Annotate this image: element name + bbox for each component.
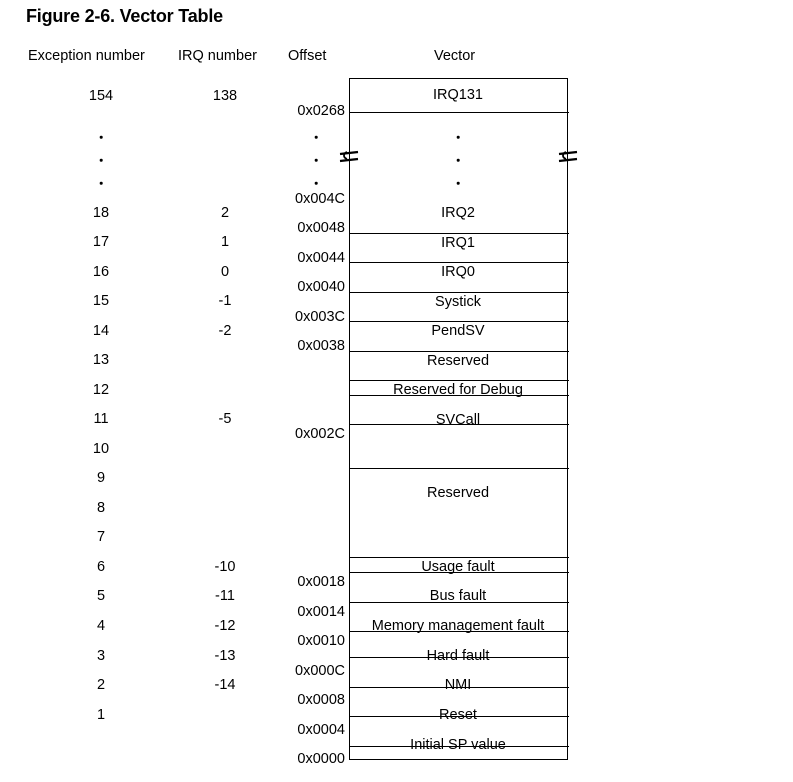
offset-label: 0x0010 — [297, 632, 345, 649]
vector-entry-label: Hard fault — [426, 647, 490, 664]
offset-label: 0x0000 — [297, 750, 345, 767]
irq-number-cell: 2 — [220, 204, 230, 221]
row-divider — [350, 468, 569, 469]
exception-number-cell: 1 — [96, 706, 106, 723]
vector-entry-label: Reserved for Debug — [393, 381, 523, 398]
vector-entry-label: IRQ1 — [441, 234, 475, 251]
exception-number-cell: 2 — [96, 676, 106, 693]
ellipsis-dot — [456, 158, 460, 162]
vector-entry-label: IRQ131 — [433, 86, 483, 103]
exception-number-cell: 7 — [96, 528, 106, 545]
vector-entry-label: Initial SP value — [410, 736, 506, 753]
vector-entry-label: Reserved — [426, 352, 490, 369]
vector-entry-label: Reset — [439, 706, 477, 723]
irq-number-cell: 138 — [212, 87, 238, 104]
row-divider — [350, 112, 569, 113]
ellipsis-dot — [314, 181, 318, 185]
vector-entry-label: PendSV — [431, 322, 485, 339]
irq-number-cell: -5 — [218, 410, 232, 427]
irq-number-cell: -13 — [214, 647, 236, 664]
irq-number-cell: -10 — [214, 558, 236, 575]
offset-label: 0x002C — [295, 425, 345, 442]
break-mark-right-icon — [558, 150, 578, 163]
exception-number-cell: 9 — [96, 469, 106, 486]
ellipsis-dot — [314, 158, 318, 162]
exception-number-cell: 5 — [96, 587, 106, 604]
exception-number-cell: 8 — [96, 499, 106, 516]
ellipsis-dot — [99, 181, 103, 185]
ellipsis-dot — [314, 135, 318, 139]
exception-number-cell: 17 — [92, 233, 110, 250]
offset-label: 0x0014 — [297, 603, 345, 620]
exception-number-cell: 11 — [93, 410, 109, 427]
irq-number-cell: -2 — [218, 322, 232, 339]
offset-label: 0x0040 — [297, 278, 345, 295]
offset-label: 0x0268 — [297, 102, 345, 119]
offset-label: 0x0018 — [297, 573, 345, 590]
offset-label: 0x0044 — [297, 249, 345, 266]
exception-number-cell: 10 — [92, 440, 110, 457]
offset-label: 0x004C — [295, 190, 345, 207]
column-header-offset: Offset — [288, 48, 327, 64]
irq-number-cell: 0 — [220, 263, 230, 280]
vector-entry-label: IRQ2 — [441, 204, 475, 221]
exception-number-cell: 3 — [96, 647, 106, 664]
exception-number-cell: 12 — [92, 381, 110, 398]
irq-number-cell: 1 — [220, 233, 230, 250]
column-header-vector: Vector — [434, 48, 476, 64]
figure-title: Figure 2-6. Vector Table — [26, 6, 223, 26]
vector-entry-label: Systick — [435, 293, 481, 310]
offset-label: 0x0048 — [297, 219, 345, 236]
offset-label: 0x000C — [295, 662, 345, 679]
exception-number-cell: 6 — [96, 558, 106, 575]
offset-label: 0x0008 — [297, 691, 345, 708]
irq-number-cell: -1 — [218, 292, 232, 309]
irq-number-cell: -14 — [214, 676, 236, 693]
exception-number-cell: 154 — [88, 87, 114, 104]
vector-entry-label: NMI — [444, 676, 472, 693]
exception-number-cell: 15 — [92, 292, 110, 309]
offset-label: 0x0038 — [297, 337, 345, 354]
exception-number-cell: 13 — [92, 351, 110, 368]
exception-number-cell: 4 — [96, 617, 106, 634]
vector-entry-label: Reserved — [426, 484, 490, 501]
ellipsis-dot — [456, 135, 460, 139]
offset-label: 0x0004 — [297, 721, 345, 738]
vector-entry-label: IRQ0 — [441, 263, 475, 280]
exception-number-cell: 18 — [92, 204, 110, 221]
exception-number-cell: 16 — [92, 263, 110, 280]
column-header-irq-number: IRQ number — [178, 48, 257, 64]
vector-entry-label: Bus fault — [429, 587, 487, 604]
vector-entry-label: Usage fault — [421, 558, 495, 575]
vector-entry-label: SVCall — [435, 411, 481, 428]
ellipsis-dot — [456, 181, 460, 185]
offset-label: 0x003C — [295, 308, 345, 325]
ellipsis-dot — [99, 135, 103, 139]
vector-entry-label: Memory management fault — [371, 617, 545, 634]
irq-number-cell: -11 — [215, 587, 235, 604]
column-header-exception-number: Exception number — [28, 48, 145, 64]
exception-number-cell: 14 — [92, 322, 110, 339]
break-mark-left-icon — [339, 150, 359, 163]
irq-number-cell: -12 — [214, 617, 236, 634]
ellipsis-dot — [99, 158, 103, 162]
